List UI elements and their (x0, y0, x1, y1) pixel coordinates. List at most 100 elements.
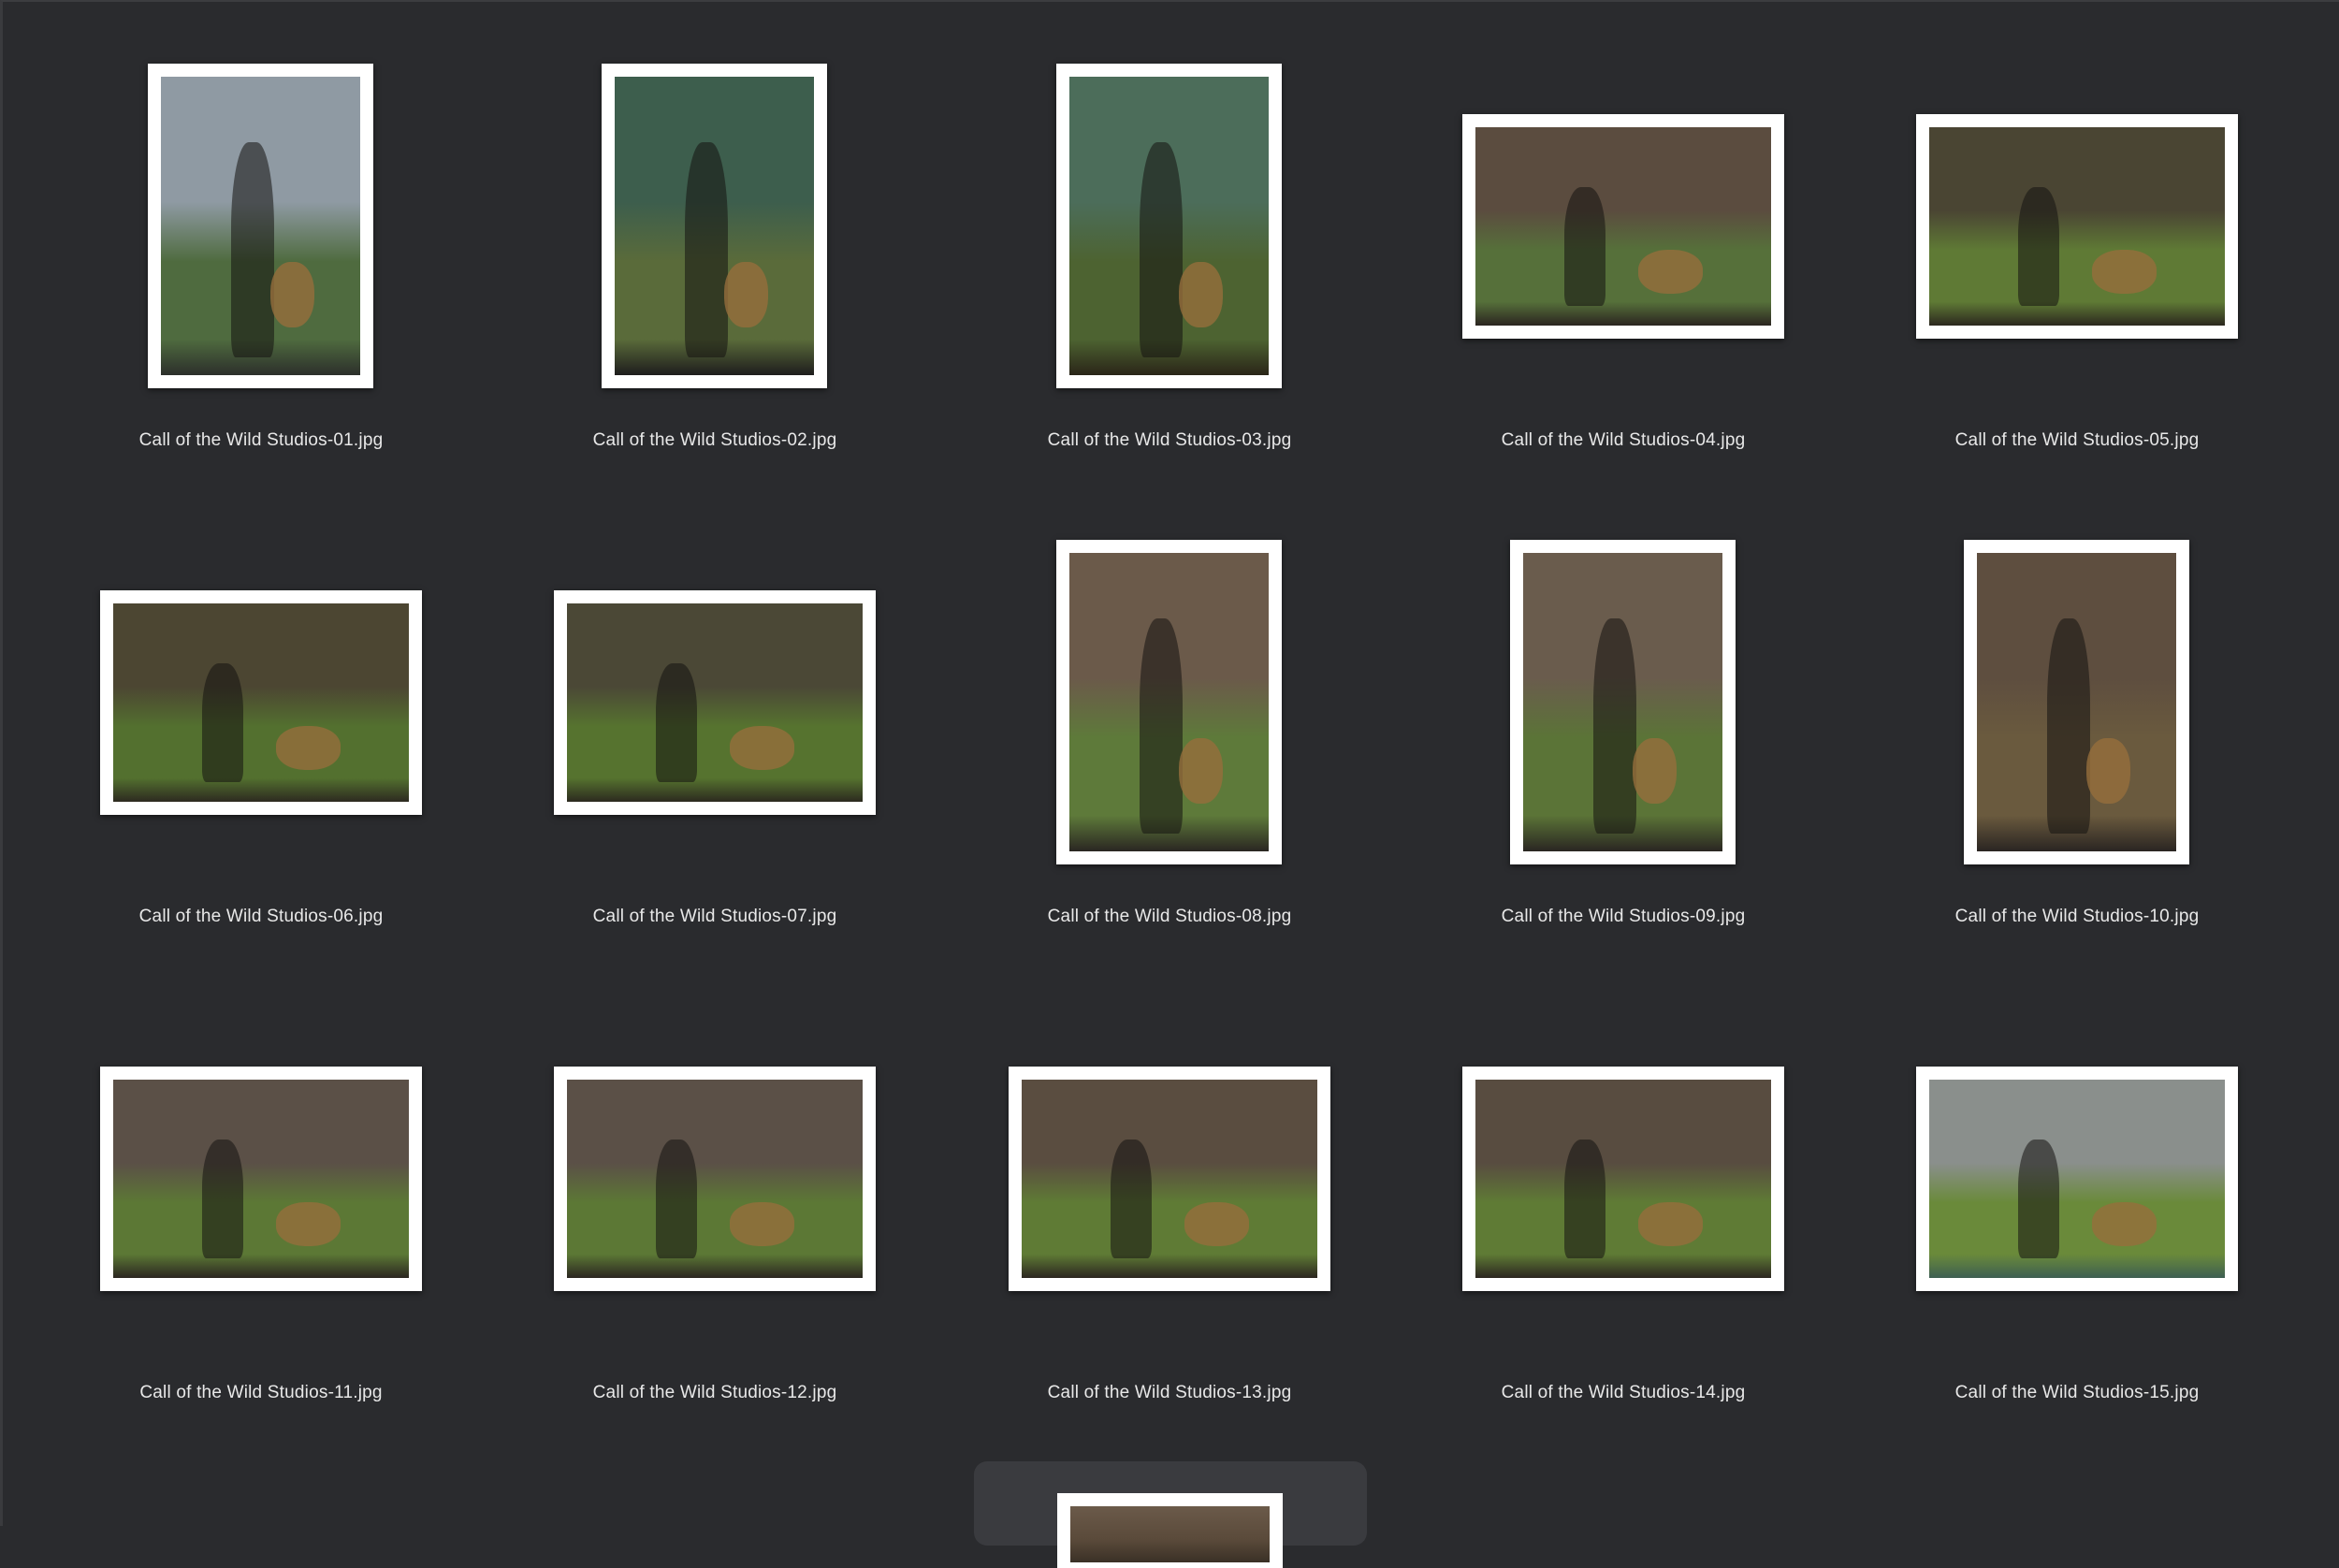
photo-dog (2091, 250, 2157, 295)
photo-dog (1633, 737, 1677, 804)
thumbnail-area (487, 478, 942, 862)
photo-dog (2086, 737, 2130, 804)
photo-preview (615, 77, 814, 375)
file-item[interactable]: Call of the Wild Studios-12.jpg (487, 954, 942, 1430)
file-item[interactable]: Call of the Wild Studios-15.jpg (1850, 954, 2304, 1430)
file-item[interactable]: Call of the Wild Studios-04.jpg (1396, 2, 1851, 478)
thumbnail-area (1850, 2, 2304, 385)
icon-grid: Call of the Wild Studios-01.jpg Call of t… (3, 2, 2339, 1528)
image-thumbnail[interactable] (148, 64, 373, 388)
photo-subject (1139, 142, 1184, 357)
photo-preview (1069, 77, 1269, 375)
photo-preview (1070, 1506, 1270, 1562)
file-name-label[interactable]: Call of the Wild Studios-12.jpg (487, 1383, 942, 1403)
thumbnail-area (1396, 478, 1851, 864)
photo-preview (161, 77, 360, 375)
photo-dog (2091, 1202, 2157, 1247)
photo-subject (201, 662, 244, 782)
file-name-label[interactable]: Call of the Wild Studios-08.jpg (942, 907, 1397, 927)
photo-preview (1475, 127, 1771, 326)
thumbnail-area (1396, 954, 1851, 1338)
finder-window: Call of the Wild Studios-01.jpg Call of t… (0, 0, 2339, 1568)
photo-subject (655, 662, 698, 782)
image-thumbnail[interactable] (554, 1067, 876, 1291)
selected-item-partial[interactable] (974, 1461, 1367, 1568)
file-name-label[interactable]: Call of the Wild Studios-15.jpg (1850, 1383, 2304, 1403)
file-name-label[interactable]: Call of the Wild Studios-06.jpg (34, 907, 488, 927)
thumbnail-area (34, 478, 488, 862)
image-thumbnail[interactable] (1510, 540, 1736, 864)
file-item[interactable]: Call of the Wild Studios-09.jpg (1396, 478, 1851, 954)
file-name-label[interactable]: Call of the Wild Studios-01.jpg (34, 430, 488, 451)
photo-preview (1929, 127, 2225, 326)
image-thumbnail[interactable] (1056, 540, 1282, 864)
photo-subject (230, 142, 275, 357)
photo-subject (1592, 618, 1637, 834)
file-item[interactable]: Call of the Wild Studios-08.jpg (942, 478, 1397, 954)
photo-preview (567, 1080, 863, 1278)
file-name-label[interactable]: Call of the Wild Studios-02.jpg (487, 430, 942, 451)
photo-dog (1184, 1202, 1250, 1247)
image-thumbnail[interactable] (100, 1067, 422, 1291)
file-item[interactable]: Call of the Wild Studios-06.jpg (34, 478, 488, 954)
photo-dog (729, 726, 795, 771)
image-thumbnail[interactable] (100, 590, 422, 815)
thumbnail-area (34, 2, 488, 388)
photo-dog (270, 261, 314, 327)
file-name-label[interactable]: Call of the Wild Studios-11.jpg (34, 1383, 488, 1403)
image-thumbnail[interactable] (1009, 1067, 1330, 1291)
image-thumbnail[interactable] (1056, 64, 1282, 388)
photo-preview (113, 1080, 409, 1278)
thumbnail-area (942, 954, 1397, 1338)
file-item[interactable]: Call of the Wild Studios-01.jpg (34, 2, 488, 478)
photo-preview (1022, 1080, 1317, 1278)
file-name-label[interactable]: Call of the Wild Studios-05.jpg (1850, 430, 2304, 451)
photo-preview (113, 603, 409, 802)
photo-preview (1475, 1080, 1771, 1278)
photo-subject (2017, 1139, 2060, 1258)
thumbnail-area (1850, 954, 2304, 1338)
file-name-label[interactable]: Call of the Wild Studios-10.jpg (1850, 907, 2304, 927)
image-thumbnail[interactable] (1462, 1067, 1784, 1291)
file-item[interactable]: Call of the Wild Studios-05.jpg (1850, 2, 2304, 478)
file-name-label[interactable]: Call of the Wild Studios-07.jpg (487, 907, 942, 927)
thumbnail-area (487, 954, 942, 1338)
file-item[interactable]: Call of the Wild Studios-07.jpg (487, 478, 942, 954)
photo-preview (1977, 553, 2176, 851)
image-thumbnail[interactable] (1057, 1493, 1283, 1568)
image-thumbnail[interactable] (1916, 114, 2238, 339)
photo-subject (655, 1139, 698, 1258)
photo-dog (1637, 1202, 1704, 1247)
image-thumbnail[interactable] (1462, 114, 1784, 339)
file-item[interactable]: Call of the Wild Studios-02.jpg (487, 2, 942, 478)
thumbnail-area (487, 2, 942, 388)
file-name-label[interactable]: Call of the Wild Studios-03.jpg (942, 430, 1397, 451)
photo-subject (684, 142, 729, 357)
photo-preview (1523, 553, 1722, 851)
thumbnail-area (942, 2, 1397, 388)
file-name-label[interactable]: Call of the Wild Studios-14.jpg (1396, 1383, 1851, 1403)
photo-dog (1179, 737, 1223, 804)
file-name-label[interactable]: Call of the Wild Studios-09.jpg (1396, 907, 1851, 927)
photo-dog (1179, 261, 1223, 327)
image-thumbnail[interactable] (602, 64, 827, 388)
thumbnail-area (1396, 2, 1851, 385)
file-name-label[interactable]: Call of the Wild Studios-13.jpg (942, 1383, 1397, 1403)
photo-subject (1563, 1139, 1606, 1258)
photo-subject (2046, 618, 2091, 834)
image-thumbnail[interactable] (1916, 1067, 2238, 1291)
file-name-label[interactable]: Call of the Wild Studios-04.jpg (1396, 430, 1851, 451)
thumbnail-area (34, 954, 488, 1338)
file-item[interactable]: Call of the Wild Studios-10.jpg (1850, 478, 2304, 954)
file-item[interactable]: Call of the Wild Studios-14.jpg (1396, 954, 1851, 1430)
file-item[interactable]: Call of the Wild Studios-11.jpg (34, 954, 488, 1430)
image-thumbnail[interactable] (1964, 540, 2189, 864)
thumbnail-area (1850, 478, 2304, 864)
photo-subject (2017, 186, 2060, 306)
file-item[interactable]: Call of the Wild Studios-13.jpg (942, 954, 1397, 1430)
file-item[interactable]: Call of the Wild Studios-03.jpg (942, 2, 1397, 478)
photo-subject (1139, 618, 1184, 834)
photo-dog (275, 726, 341, 771)
image-thumbnail[interactable] (554, 590, 876, 815)
photo-preview (1929, 1080, 2225, 1278)
